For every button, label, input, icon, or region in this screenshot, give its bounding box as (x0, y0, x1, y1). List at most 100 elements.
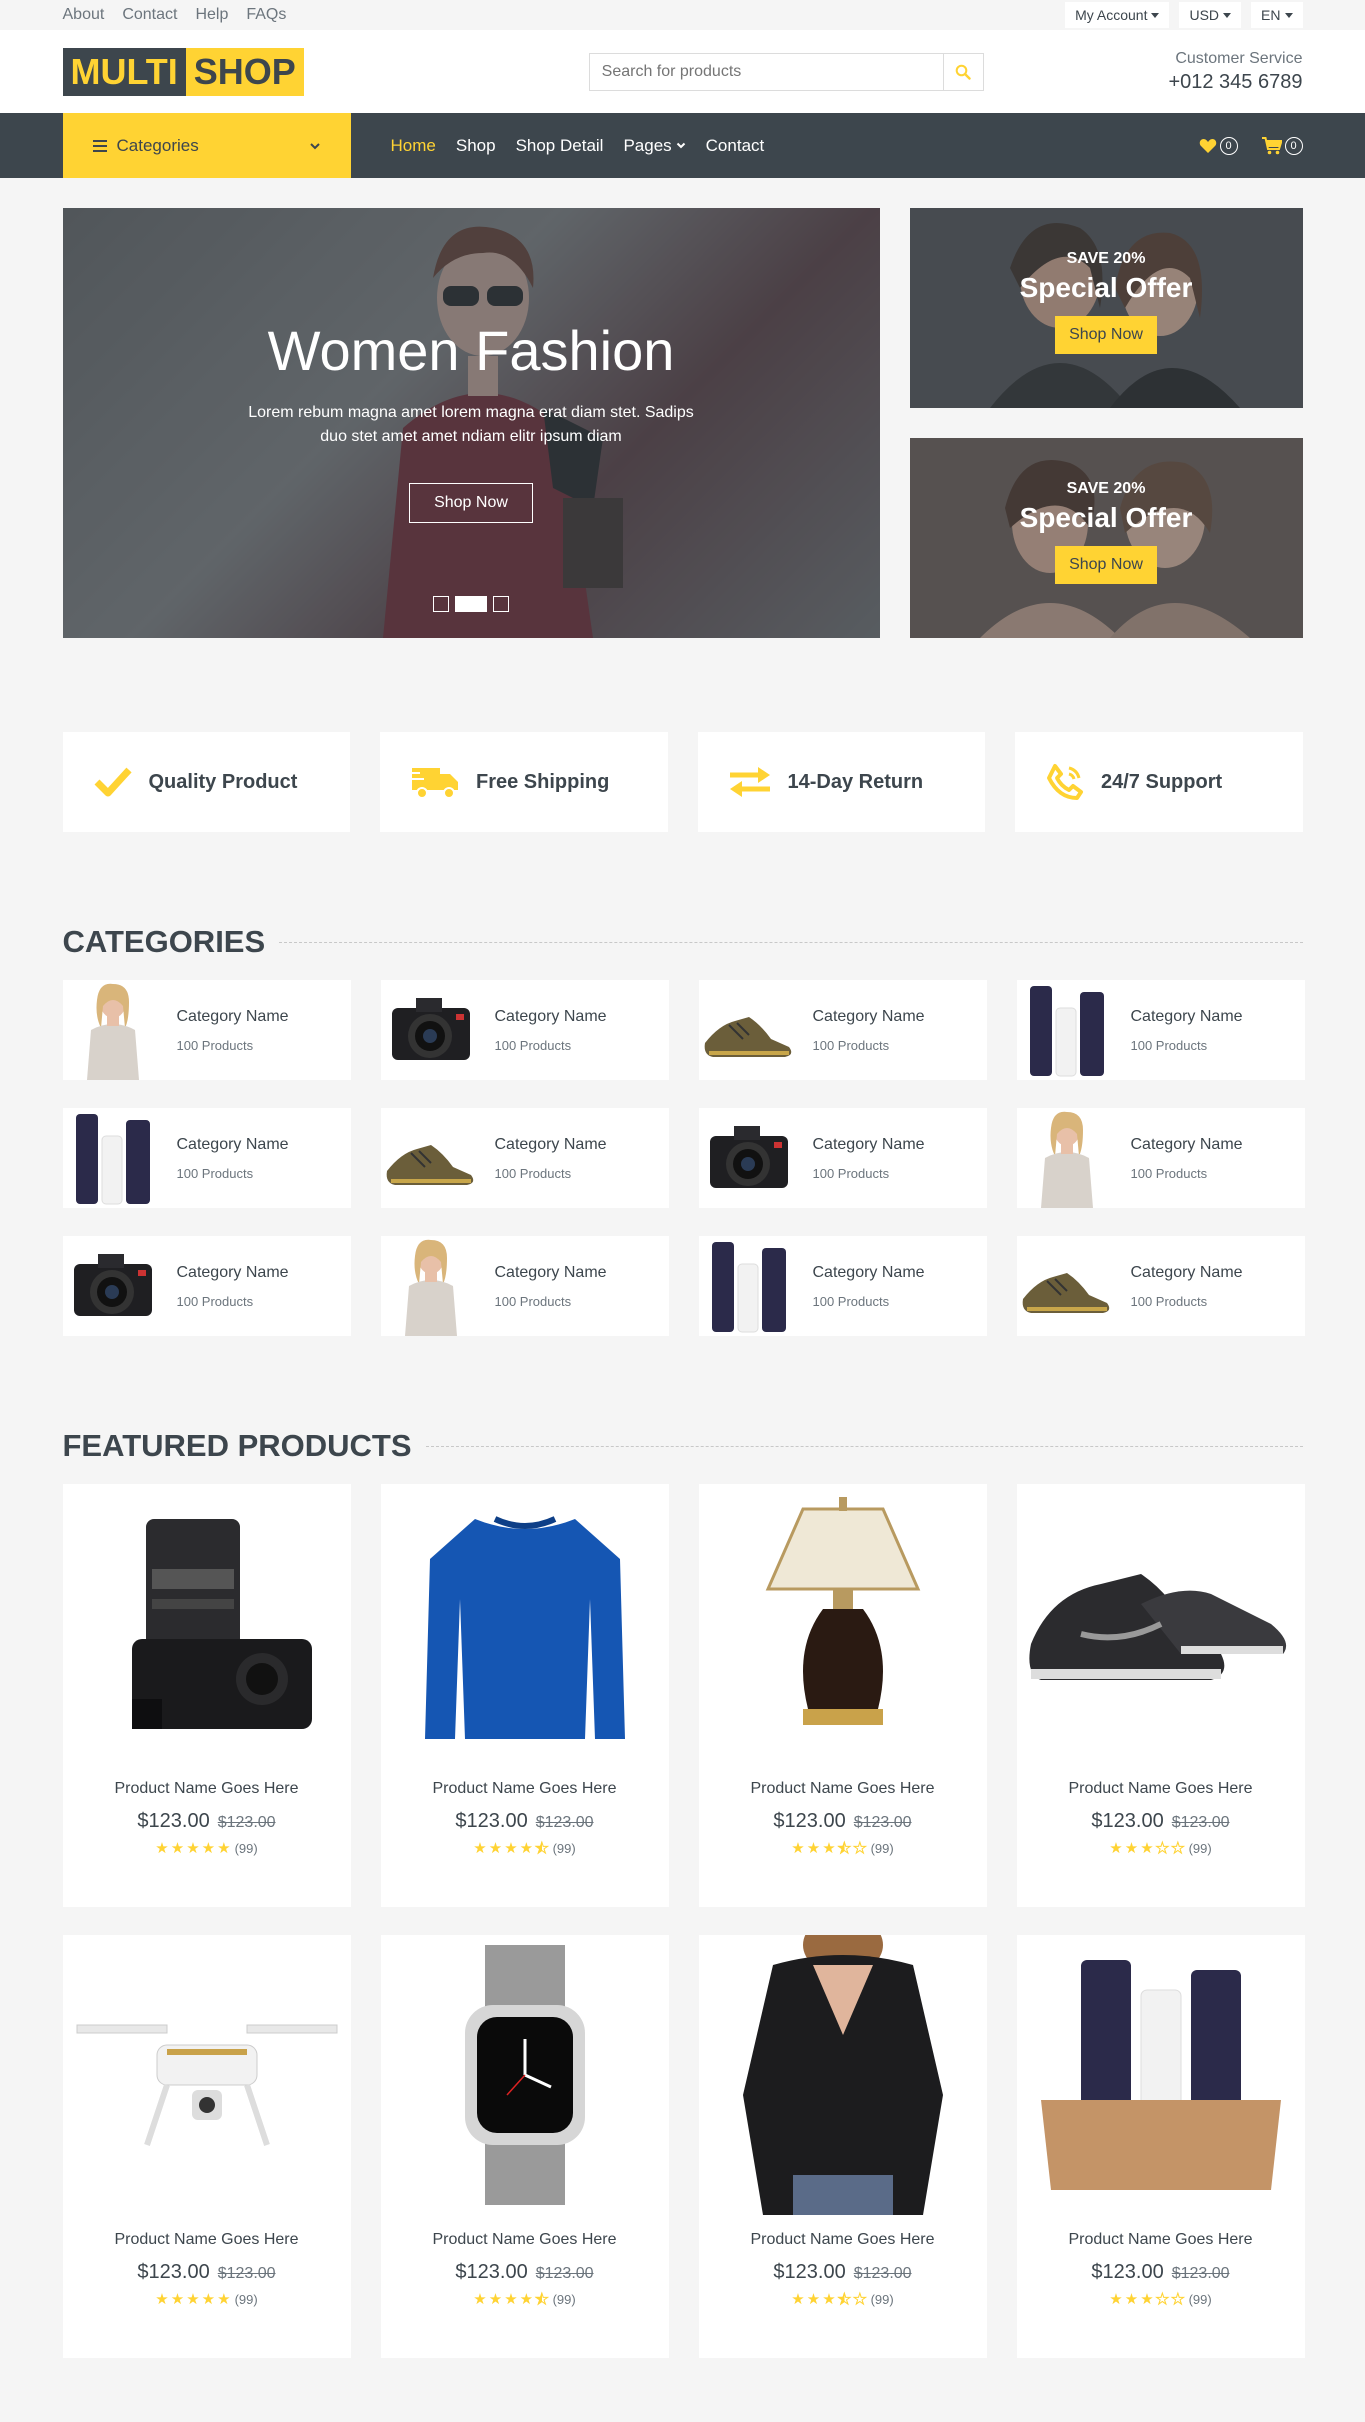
cart-icon (1261, 136, 1282, 154)
category-image (381, 980, 481, 1080)
hero-section: Women Fashion Lorem rebum magna amet lor… (62, 208, 1303, 638)
product-name[interactable]: Product Name Goes Here (63, 2231, 351, 2249)
star-full-icon: ★ (1140, 2291, 1154, 2308)
product-price: $123.00 $123.00 (63, 2261, 351, 2284)
star-full-icon: ★ (170, 1840, 185, 1857)
product-image[interactable] (63, 1484, 351, 1764)
nav-shop[interactable]: Shop (456, 136, 496, 156)
category-card[interactable]: Category Name 100 Products (380, 980, 669, 1080)
star-empty-icon: ★ (1155, 1840, 1170, 1857)
carousel-dot-3[interactable] (493, 596, 509, 612)
product-name[interactable]: Product Name Goes Here (699, 2231, 987, 2249)
product-name[interactable]: Product Name Goes Here (381, 2231, 669, 2249)
product-card[interactable]: Product Name Goes Here $123.00 $123.00 ★ ★ ★ ★… (380, 1935, 669, 2358)
categories-title: CATEGORIES (62, 924, 266, 959)
product-rating: ★ ★ ★ ★ ★ (99) (1017, 1840, 1305, 1857)
category-count: 100 Products (176, 1037, 254, 1053)
category-image (699, 980, 799, 1080)
nav-home[interactable]: Home (391, 136, 436, 156)
star-full-icon: ★ (504, 2291, 518, 2308)
product-card[interactable]: Product Name Goes Here $123.00 $123.00 ★ ★ ★ ★… (1016, 1935, 1305, 2358)
category-card[interactable]: Category Name 100 Products (62, 1108, 351, 1208)
nav-shop-detail[interactable]: Shop Detail (516, 136, 604, 156)
category-image (381, 1236, 481, 1336)
my-account-dropdown[interactable]: My Account (1065, 2, 1170, 28)
offer-shop-now-button[interactable]: Shop Now (1055, 546, 1157, 584)
product-price: $123.00 $123.00 (381, 1810, 669, 1833)
feature-support: 24/7 Support (1015, 732, 1303, 832)
product-card[interactable]: Product Name Goes Here $123.00 $123.00 ★ ★ ★ ★… (62, 1484, 351, 1907)
search-input[interactable] (589, 53, 943, 90)
category-card[interactable]: Category Name 100 Products (698, 1236, 987, 1336)
product-rating: ★ ★ ★ ★ ★ (99) (1017, 2291, 1305, 2308)
top-link-help[interactable]: Help (195, 6, 228, 24)
carousel-dot-1[interactable] (433, 596, 449, 612)
product-info: Product Name Goes Here $123.00 $123.00 ★ ★ ★ ★… (63, 1764, 351, 1856)
site-logo[interactable]: MULTI SHOP (62, 47, 304, 96)
my-account-label: My Account (1075, 7, 1148, 23)
carousel-dot-2[interactable] (455, 596, 487, 612)
hero-shop-now-button[interactable]: Shop Now (409, 483, 533, 523)
hero-carousel[interactable]: Women Fashion Lorem rebum magna amet lor… (62, 208, 880, 638)
top-link-about[interactable]: About (63, 6, 105, 24)
category-card[interactable]: Category Name 100 Products (698, 980, 987, 1080)
category-count: 100 Products (176, 1165, 254, 1181)
product-price-current: $123.00 (1091, 1810, 1164, 1832)
category-card[interactable]: Category Name 100 Products (380, 1108, 669, 1208)
product-image[interactable] (63, 1935, 351, 2215)
product-name[interactable]: Product Name Goes Here (699, 1780, 987, 1798)
category-card[interactable]: Category Name 100 Products (698, 1108, 987, 1208)
nav-contact[interactable]: Contact (706, 136, 765, 156)
main-menu: Home Shop Shop Detail Pages Contact (391, 136, 765, 156)
category-name: Category Name (1130, 1263, 1243, 1281)
product-image[interactable] (699, 1935, 987, 2215)
category-card[interactable]: Category Name 100 Products (1016, 1236, 1305, 1336)
products-grid: Product Name Goes Here $123.00 $123.00 ★ ★ ★ ★… (62, 1484, 1305, 2358)
top-link-faqs[interactable]: FAQs (246, 6, 286, 24)
top-link-contact[interactable]: Contact (122, 6, 177, 24)
bars-icon (92, 139, 107, 152)
product-image[interactable] (1017, 1484, 1305, 1764)
star-full-icon: ★ (473, 2291, 487, 2308)
product-name[interactable]: Product Name Goes Here (381, 1780, 669, 1798)
product-name[interactable]: Product Name Goes Here (1017, 2231, 1305, 2249)
category-image (381, 1108, 481, 1208)
language-dropdown[interactable]: EN (1251, 2, 1303, 28)
customer-service-label: Customer Service (1175, 49, 1303, 67)
category-info: Category Name 100 Products (1117, 1264, 1243, 1309)
search-button[interactable] (942, 53, 983, 90)
category-image (63, 1236, 163, 1336)
currency-dropdown[interactable]: USD (1179, 2, 1242, 28)
cart-button[interactable]: 0 (1261, 136, 1303, 155)
categories-toggle[interactable]: Categories (62, 113, 351, 178)
nav-icons: 0 0 (1199, 136, 1303, 155)
category-card[interactable]: Category Name 100 Products (1016, 1108, 1305, 1208)
product-name[interactable]: Product Name Goes Here (63, 1780, 351, 1798)
category-card[interactable]: Category Name 100 Products (62, 1236, 351, 1336)
customer-service-phone: +012 345 6789 (1168, 70, 1303, 93)
category-name: Category Name (176, 1135, 289, 1153)
category-card[interactable]: Category Name 100 Products (62, 980, 351, 1080)
product-card[interactable]: Product Name Goes Here $123.00 $123.00 ★ ★ ★ ★… (698, 1935, 987, 2358)
product-name[interactable]: Product Name Goes Here (1017, 1780, 1305, 1798)
product-card[interactable]: Product Name Goes Here $123.00 $123.00 ★ ★ ★ ★… (380, 1484, 669, 1907)
category-info: Category Name 100 Products (163, 1264, 289, 1309)
product-image[interactable] (381, 1484, 669, 1764)
top-dropdowns: My Account USD EN (1065, 2, 1303, 28)
category-info: Category Name 100 Products (481, 1008, 607, 1053)
category-image (1017, 1236, 1117, 1336)
category-name: Category Name (812, 1135, 925, 1153)
nav-pages[interactable]: Pages (623, 136, 685, 156)
wishlist-button[interactable]: 0 (1199, 136, 1238, 155)
category-card[interactable]: Category Name 100 Products (1016, 980, 1305, 1080)
product-card[interactable]: Product Name Goes Here $123.00 $123.00 ★ ★ ★ ★… (698, 1484, 987, 1907)
product-card[interactable]: Product Name Goes Here $123.00 $123.00 ★ ★ ★ ★… (1016, 1484, 1305, 1907)
product-image[interactable] (381, 1935, 669, 2215)
product-image[interactable] (699, 1484, 987, 1764)
star-full-icon: ★ (170, 2291, 185, 2308)
category-card[interactable]: Category Name 100 Products (380, 1236, 669, 1336)
product-card[interactable]: Product Name Goes Here $123.00 $123.00 ★ ★ ★ ★… (62, 1935, 351, 2358)
product-image[interactable] (1017, 1935, 1305, 2215)
offer-shop-now-button[interactable]: Shop Now (1055, 316, 1157, 354)
feature-label: 14-Day Return (787, 770, 924, 793)
